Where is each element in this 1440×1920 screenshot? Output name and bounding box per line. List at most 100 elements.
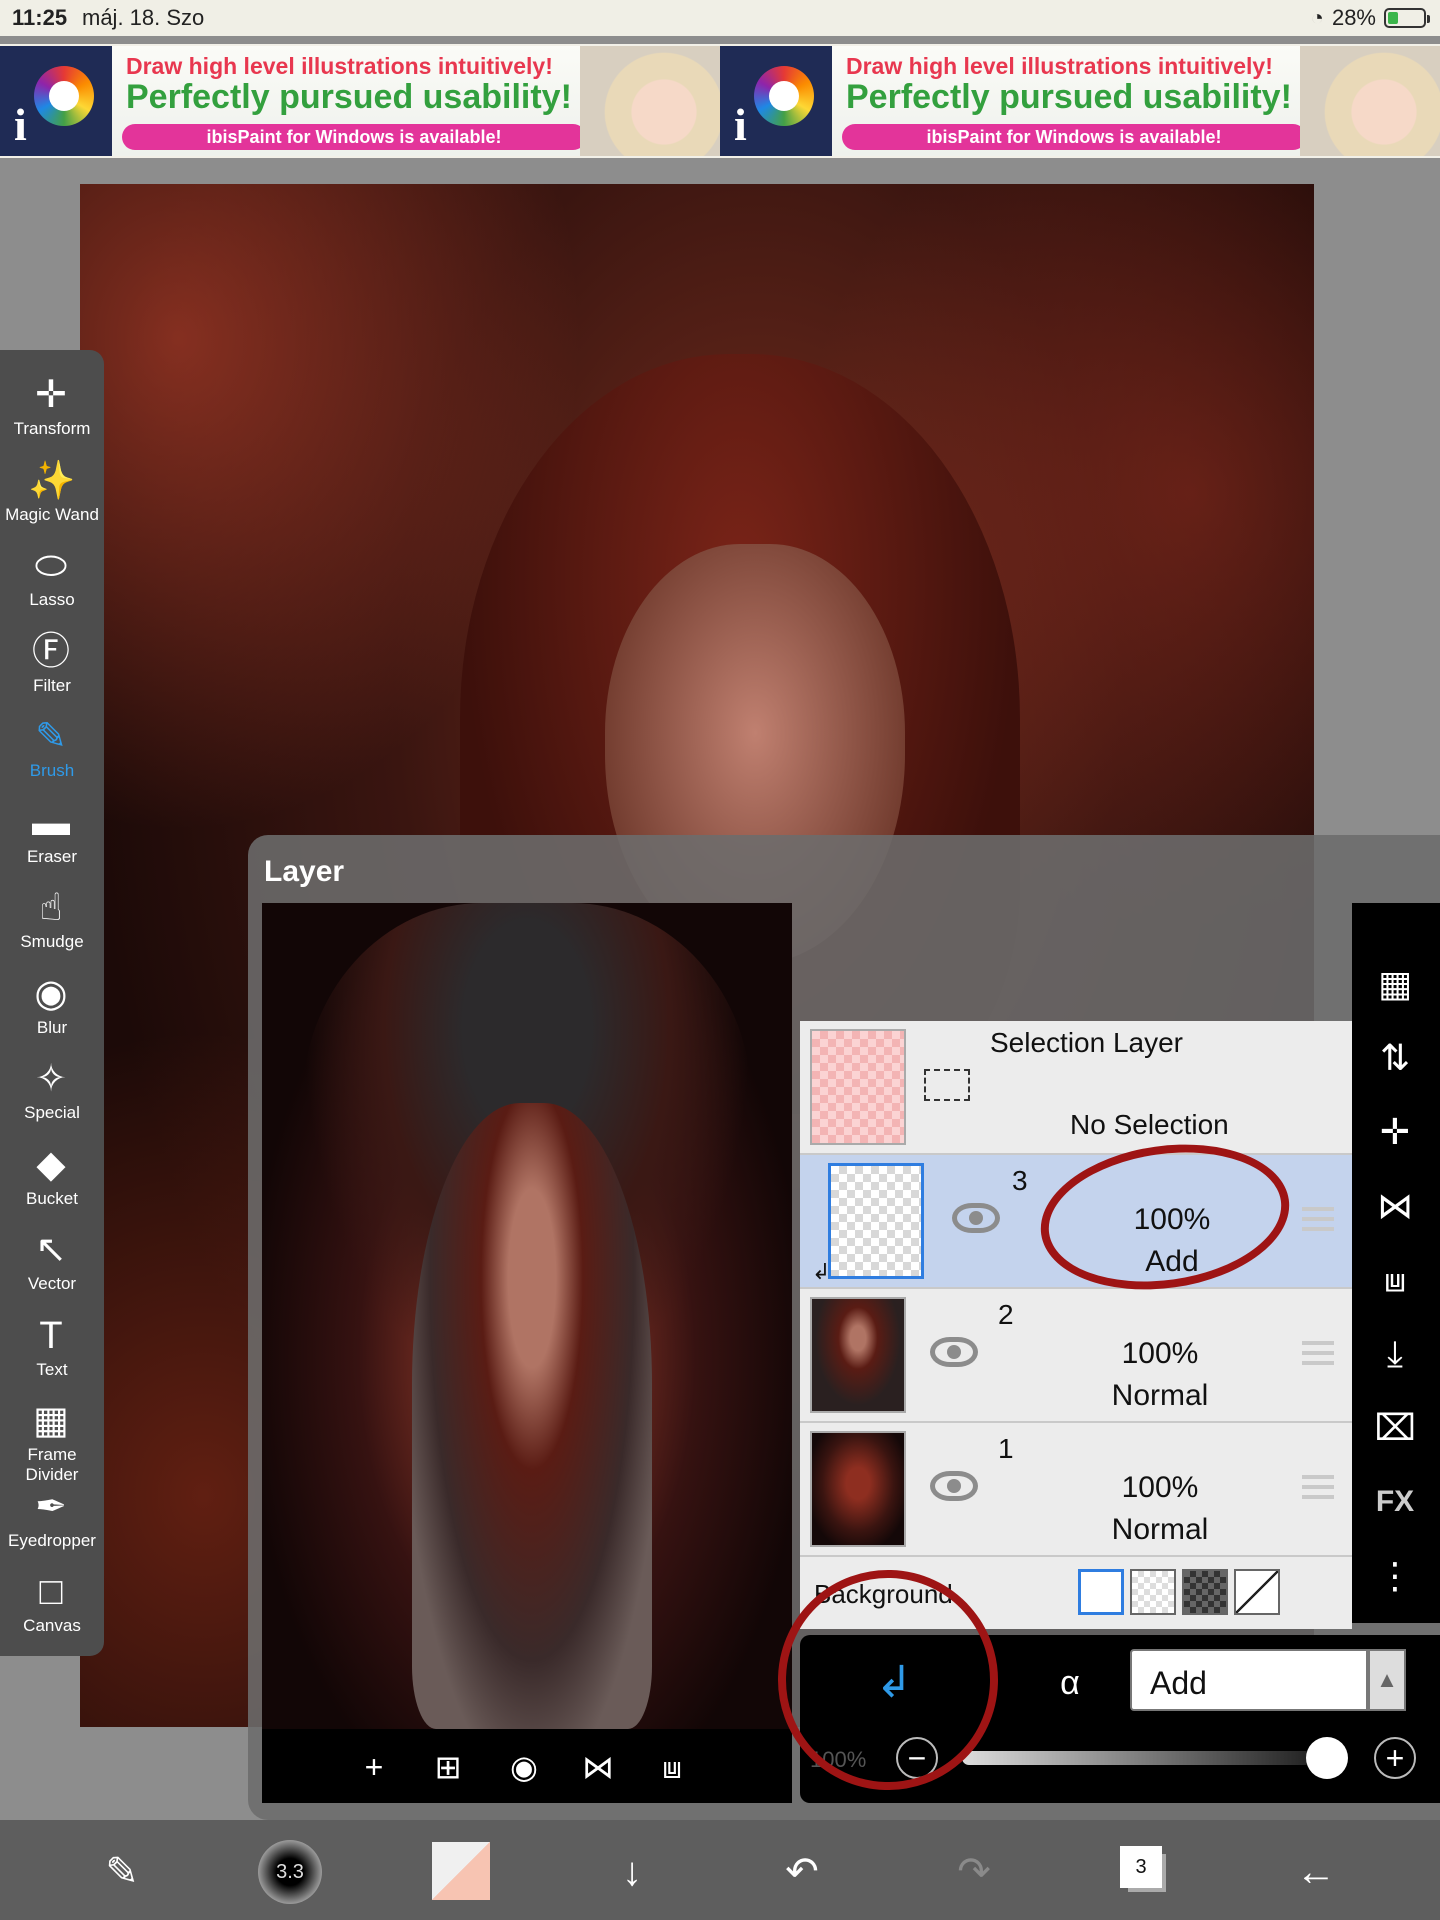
- status-time: 11:25: [12, 5, 68, 30]
- visibility-eye-icon[interactable]: [930, 1471, 978, 1501]
- tool-eyedropper[interactable]: ✒ Eyedropper: [0, 1480, 104, 1565]
- layer-number: 2: [998, 1299, 1014, 1330]
- layer-fx-button[interactable]: FX: [1370, 1477, 1420, 1527]
- layer-blend-mode: Normal: [1111, 1513, 1209, 1546]
- background-none-swatch[interactable]: [1234, 1569, 1280, 1615]
- blend-mode-select[interactable]: Add: [1130, 1649, 1368, 1711]
- add-layer-icon[interactable]: +: [354, 1747, 394, 1787]
- down-arrow-icon[interactable]: ↓: [602, 1842, 662, 1902]
- brush-icon: ✎: [35, 716, 67, 758]
- battery-percent: 28%: [1331, 5, 1376, 30]
- camera-icon[interactable]: ◉: [504, 1747, 544, 1787]
- tool-label: Filter: [33, 675, 71, 695]
- swap-layer-icon[interactable]: ⇅: [1370, 1033, 1420, 1083]
- move-arrows-icon: ✛: [35, 374, 67, 416]
- merge-down-icon[interactable]: ⤓: [1370, 1329, 1420, 1379]
- visibility-eye-icon[interactable]: [930, 1337, 978, 1367]
- ibispaint-logo: i: [0, 46, 112, 156]
- brush-eraser-toggle-icon[interactable]: ✎: [92, 1842, 152, 1902]
- background-white-swatch[interactable]: [1078, 1569, 1124, 1615]
- back-arrow-icon[interactable]: ←: [1286, 1842, 1346, 1902]
- drag-handle-icon[interactable]: [1302, 1341, 1334, 1365]
- ad-pill: ibisPaint for Windows is available!: [842, 124, 1306, 150]
- clipping-mark-icon: ↲: [812, 1259, 831, 1284]
- tool-label: Smudge: [20, 932, 84, 951]
- layers-button[interactable]: 3: [1120, 1846, 1162, 1888]
- tool-label: Blur: [36, 1017, 68, 1037]
- tool-filter[interactable]: Ⓕ Filter: [0, 625, 104, 710]
- tool-smudge[interactable]: ☝ Smudge: [0, 881, 104, 966]
- flip-vertical-icon[interactable]: ⩏: [652, 1747, 692, 1787]
- ad-line1: Draw high level illustrations intuitivel…: [126, 53, 553, 79]
- visibility-eye-icon[interactable]: [952, 1203, 1000, 1233]
- tool-blur[interactable]: ◉ Blur: [0, 967, 104, 1052]
- lasso-icon: ⬭: [34, 545, 68, 587]
- selection-marquee-icon: [924, 1069, 970, 1101]
- tool-label: Bucket: [26, 1188, 78, 1208]
- opacity-slider-knob[interactable]: [1306, 1737, 1348, 1779]
- flip-layer-horizontal-icon[interactable]: ⋈: [1370, 1181, 1420, 1231]
- tool-transform[interactable]: ✛ Transform: [0, 368, 104, 453]
- ad-line2: Perfectly pursued usability!: [126, 78, 572, 116]
- tool-frame-divider[interactable]: ▦ Frame Divider: [0, 1394, 104, 1484]
- tool-label: Canvas: [23, 1616, 81, 1635]
- ad-character-image: [1300, 46, 1440, 156]
- selection-layer-name: Selection Layer: [990, 1027, 1184, 1058]
- ad-banner[interactable]: i Draw high level illustrations intuitiv…: [0, 44, 1440, 158]
- tool-magic-wand[interactable]: ✨ Magic Wand: [0, 454, 104, 539]
- ad-character-image: [580, 46, 720, 156]
- eyedropper-icon: ✒: [35, 1485, 67, 1528]
- flip-layer-vertical-icon[interactable]: ⩏: [1370, 1255, 1420, 1305]
- tool-label: Vector: [27, 1274, 77, 1293]
- layer-thumbnail: [810, 1297, 906, 1413]
- tool-canvas[interactable]: □ Canvas: [0, 1565, 104, 1650]
- tool-label: Eyedropper: [8, 1530, 96, 1550]
- tool-brush[interactable]: ✎ Brush: [0, 710, 104, 795]
- layer-row[interactable]: 2 100% Normal: [800, 1289, 1352, 1423]
- smudge-icon: ☝: [39, 887, 63, 929]
- ad-unit[interactable]: i Draw high level illustrations intuitiv…: [720, 46, 1440, 156]
- alpha-lock-icon[interactable]: α: [1040, 1653, 1100, 1713]
- tool-text[interactable]: T Text: [0, 1309, 104, 1394]
- tool-bucket[interactable]: ◆ Bucket: [0, 1138, 104, 1223]
- selection-layer-row[interactable]: Selection Layer No Selection: [800, 1021, 1352, 1155]
- blend-mode-arrow-icon[interactable]: ▲: [1368, 1649, 1406, 1711]
- status-bar: 11:25 máj. 18. Szo ◔ 28%: [0, 0, 1440, 36]
- background-dark-swatch[interactable]: [1182, 1569, 1228, 1615]
- more-options-icon[interactable]: ⋮: [1370, 1551, 1420, 1601]
- drag-handle-icon[interactable]: [1302, 1475, 1334, 1499]
- battery-icon: [1384, 8, 1430, 28]
- duplicate-layer-icon[interactable]: ⊞: [428, 1747, 468, 1787]
- layer-row[interactable]: 1 100% Normal: [800, 1423, 1352, 1557]
- tool-eraser[interactable]: ▬ Eraser: [0, 796, 104, 881]
- selection-layer-value: No Selection: [1070, 1109, 1229, 1140]
- layer-actions-column: ▦ ⇅ ✛ ⋈ ⩏ ⤓ ⌧ FX ⋮: [1352, 903, 1440, 1623]
- tool-label: Text: [36, 1359, 68, 1379]
- frame-divider-icon: ▦: [33, 1400, 69, 1442]
- trash-icon[interactable]: ⌧: [1370, 1403, 1420, 1453]
- tool-special[interactable]: ✧ Special: [0, 1052, 104, 1137]
- opacity-increase-button[interactable]: +: [1374, 1737, 1416, 1779]
- tool-label: Magic Wand: [5, 504, 99, 524]
- transparency-checker-icon[interactable]: ▦: [1370, 959, 1420, 1009]
- preview-toolbar: + ⊞ ◉ ⋈ ⩏: [262, 1729, 792, 1803]
- tool-vector[interactable]: ↖ Vector: [0, 1223, 104, 1308]
- special-pen-icon: ✧: [35, 1058, 67, 1100]
- flip-horizontal-icon[interactable]: ⋈: [578, 1747, 618, 1787]
- undo-icon[interactable]: ↶: [772, 1842, 832, 1902]
- cursor-arrow-icon: ↖: [35, 1229, 67, 1271]
- tool-lasso[interactable]: ⬭ Lasso: [0, 539, 104, 624]
- drag-handle-icon[interactable]: [1302, 1207, 1334, 1231]
- move-layer-icon[interactable]: ✛: [1370, 1107, 1420, 1157]
- blend-mode-value: Add: [1150, 1665, 1207, 1701]
- ad-line1: Draw high level illustrations intuitivel…: [846, 53, 1273, 79]
- redo-icon[interactable]: ↷: [944, 1842, 1004, 1902]
- wifi-icon: ◔: [1310, 5, 1324, 30]
- layer-thumbnail: [810, 1431, 906, 1547]
- background-transparent-swatch[interactable]: [1130, 1569, 1176, 1615]
- color-swatch-button[interactable]: [432, 1842, 490, 1900]
- opacity-slider[interactable]: [962, 1751, 1312, 1765]
- layer-panel-title: Layer: [264, 855, 345, 888]
- ad-unit[interactable]: i Draw high level illustrations intuitiv…: [0, 46, 720, 156]
- brush-size-button[interactable]: 3.3: [258, 1840, 322, 1904]
